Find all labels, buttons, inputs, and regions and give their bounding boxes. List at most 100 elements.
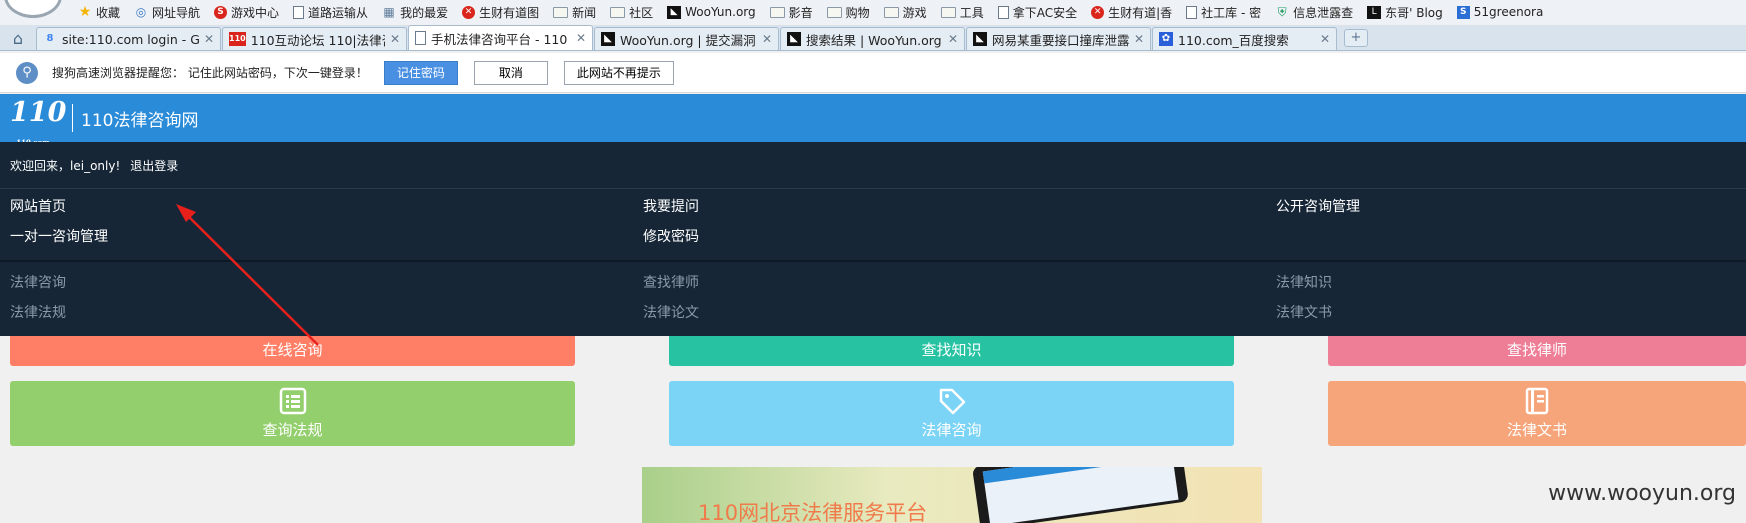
browser-tab[interactable]: ✿ 110.com_百度搜索 ✕ [1152,27,1337,50]
watermark: www.wooyun.org [1548,481,1736,506]
wooyun-icon: ◣ [787,32,801,46]
home-icon[interactable]: ⌂ [0,26,36,50]
promo-banner[interactable]: 110网北京法律服务平台 [642,467,1262,523]
tile-legal-documents[interactable]: 法律文书 [1328,381,1746,446]
tile-query-laws[interactable]: 查询法规 [10,381,575,446]
browser-tab[interactable]: 8 site:110.com login - Go ✕ [36,27,221,50]
new-tab-button[interactable]: + [1344,29,1368,47]
browser-tab-active[interactable]: 手机法律咨询平台 - 110 ✕ [408,25,593,50]
110-icon: 110 [229,32,246,46]
page-icon [293,5,305,19]
welcome-row: 欢迎回来，lei_only! 退出登录 [0,142,1746,189]
bookmark-item[interactable]: 游戏 [883,4,927,21]
nav-legal-knowledge[interactable]: 法律知识 [1276,272,1746,302]
site-header: 110 110.com 110法律咨询网 [0,94,1746,148]
secondary-nav: 法律咨询 查找律师 法律知识 法律法规 法律论文 法律文书 [0,262,1746,332]
close-icon[interactable]: ✕ [762,32,772,46]
browser-tab[interactable]: ◣ 搜索结果 | WooYun.org ✕ [780,27,965,50]
page-icon [415,31,426,45]
nav-laws[interactable]: 法律法规 [10,302,643,332]
game-center-icon: S [214,5,228,19]
key-icon: ⚲ [16,61,38,84]
bookmark-item[interactable]: 工具 [940,4,984,21]
never-prompt-button[interactable]: 此网站不再提示 [563,60,674,85]
bookmark-item[interactable]: ◣ WooYun.org [667,5,756,19]
bookmark-item[interactable]: 拿下AC安全 [997,4,1077,21]
nav-one-on-one[interactable]: 一对一咨询管理 [10,226,643,256]
list-icon [279,387,306,415]
book-icon [1525,387,1549,415]
close-icon[interactable]: ✕ [948,32,958,46]
red-badge-icon: ✕ [1091,5,1105,19]
nav-change-password[interactable]: 修改密码 [643,226,1276,256]
star-icon: ★ [78,4,92,20]
blue-s-icon: S [1456,5,1470,19]
red-badge-icon: ✕ [462,5,476,19]
folder-icon [553,6,569,18]
bookmark-item[interactable]: 影音 [769,4,813,21]
tile-find-knowledge[interactable]: 查找知识 [669,336,1234,366]
site-title: 110法律咨询网 [81,110,199,131]
nav-legal-papers[interactable]: 法律论文 [643,302,1276,332]
tab-bar: ⌂ 8 site:110.com login - Go ✕ 110 110互动论… [0,25,1746,51]
bookmark-item[interactable]: ★ 收藏 [78,4,120,21]
nav-home[interactable]: 网站首页 [10,196,643,226]
grid-icon: ▦ [383,5,395,19]
page-icon [997,5,1009,19]
bookmark-item[interactable]: ◎ 网址导航 [134,4,200,21]
username: lei_only! [70,158,121,173]
welcome-text: 欢迎回来， [10,158,71,173]
close-icon[interactable]: ✕ [1134,32,1144,46]
password-notification-bar: ⚲ 搜狗高速浏览器提醒您： 记住此网站密码，下次一键登录！ 记住密码 取消 此网… [0,53,1746,93]
remember-password-button[interactable]: 记住密码 [383,60,458,85]
site-logo[interactable]: 110 110.com [10,98,68,148]
wooyun-icon: ◣ [973,32,987,46]
close-icon[interactable]: ✕ [1320,32,1330,46]
nav-legal-consult[interactable]: 法律咨询 [10,272,643,302]
close-icon[interactable]: ✕ [204,32,214,46]
globe-icon: ◎ [135,5,147,19]
bookmark-item[interactable]: S 游戏中心 [214,4,279,21]
folder-icon [883,6,899,18]
tile-online-consult[interactable]: 在线咨询 [10,336,575,366]
bookmark-item[interactable]: 新闻 [553,4,596,21]
wooyun-icon: ◣ [601,32,615,46]
bookmark-item[interactable]: 购物 [826,4,870,21]
nav-menu: 欢迎回来，lei_only! 退出登录 网站首页 我要提问 公开咨询管理 一对一… [0,142,1746,336]
nav-find-lawyer[interactable]: 查找律师 [643,272,1276,302]
bookmark-item[interactable]: 社工库 - 密 [1186,4,1261,21]
tile-legal-consult[interactable]: 法律咨询 [669,381,1234,446]
bookmark-item[interactable]: ⛨ 信息泄露查 [1275,4,1354,21]
tile-find-lawyer[interactable]: 查找律师 [1328,336,1746,366]
nav-legal-documents[interactable]: 法律文书 [1276,302,1746,332]
phone-image [972,467,1189,523]
bookmark-item[interactable]: ✕ 生财有道图 [462,4,539,21]
notification-text: 搜狗高速浏览器提醒您： 记住此网站密码，下次一键登录！ [52,66,368,80]
bookmark-item[interactable]: 社区 [610,4,653,21]
browser-logo-icon[interactable] [4,0,62,18]
bookmark-item[interactable]: ✕ 生财有道|香 [1091,4,1172,21]
close-icon[interactable]: ✕ [576,31,586,45]
browser-tab[interactable]: ◣ 网易某重要接口撞库泄露 ✕ [966,27,1151,50]
folder-icon [826,6,842,18]
primary-nav: 网站首页 我要提问 公开咨询管理 一对一咨询管理 修改密码 [0,189,1746,262]
bookmark-item[interactable]: S 51greenora [1456,5,1543,19]
folder-icon [769,6,785,18]
nav-ask-question[interactable]: 我要提问 [643,196,1276,226]
cancel-button[interactable]: 取消 [473,60,548,85]
page-icon [1186,5,1198,19]
bookmark-item[interactable]: 道路运输从 [293,4,368,21]
wooyun-icon: ◣ [667,5,682,19]
letter-l-icon: L [1367,5,1382,19]
folder-icon [610,6,626,18]
logo-divider [72,104,73,132]
nav-public-consult[interactable]: 公开咨询管理 [1276,196,1746,226]
banner-text: 110网北京法律服务平台 [698,501,928,523]
bookmark-item[interactable]: ▦ 我的最爱 [382,4,448,21]
bookmark-item[interactable]: L 东哥' Blog [1367,4,1443,21]
browser-tab[interactable]: 110 110互动论坛 110|法律咨 ✕ [222,27,407,50]
logout-link[interactable]: 退出登录 [130,157,178,174]
browser-tab[interactable]: ◣ WooYun.org | 提交漏洞 ✕ [594,27,779,50]
tag-icon [939,388,965,415]
close-icon[interactable]: ✕ [390,32,400,46]
